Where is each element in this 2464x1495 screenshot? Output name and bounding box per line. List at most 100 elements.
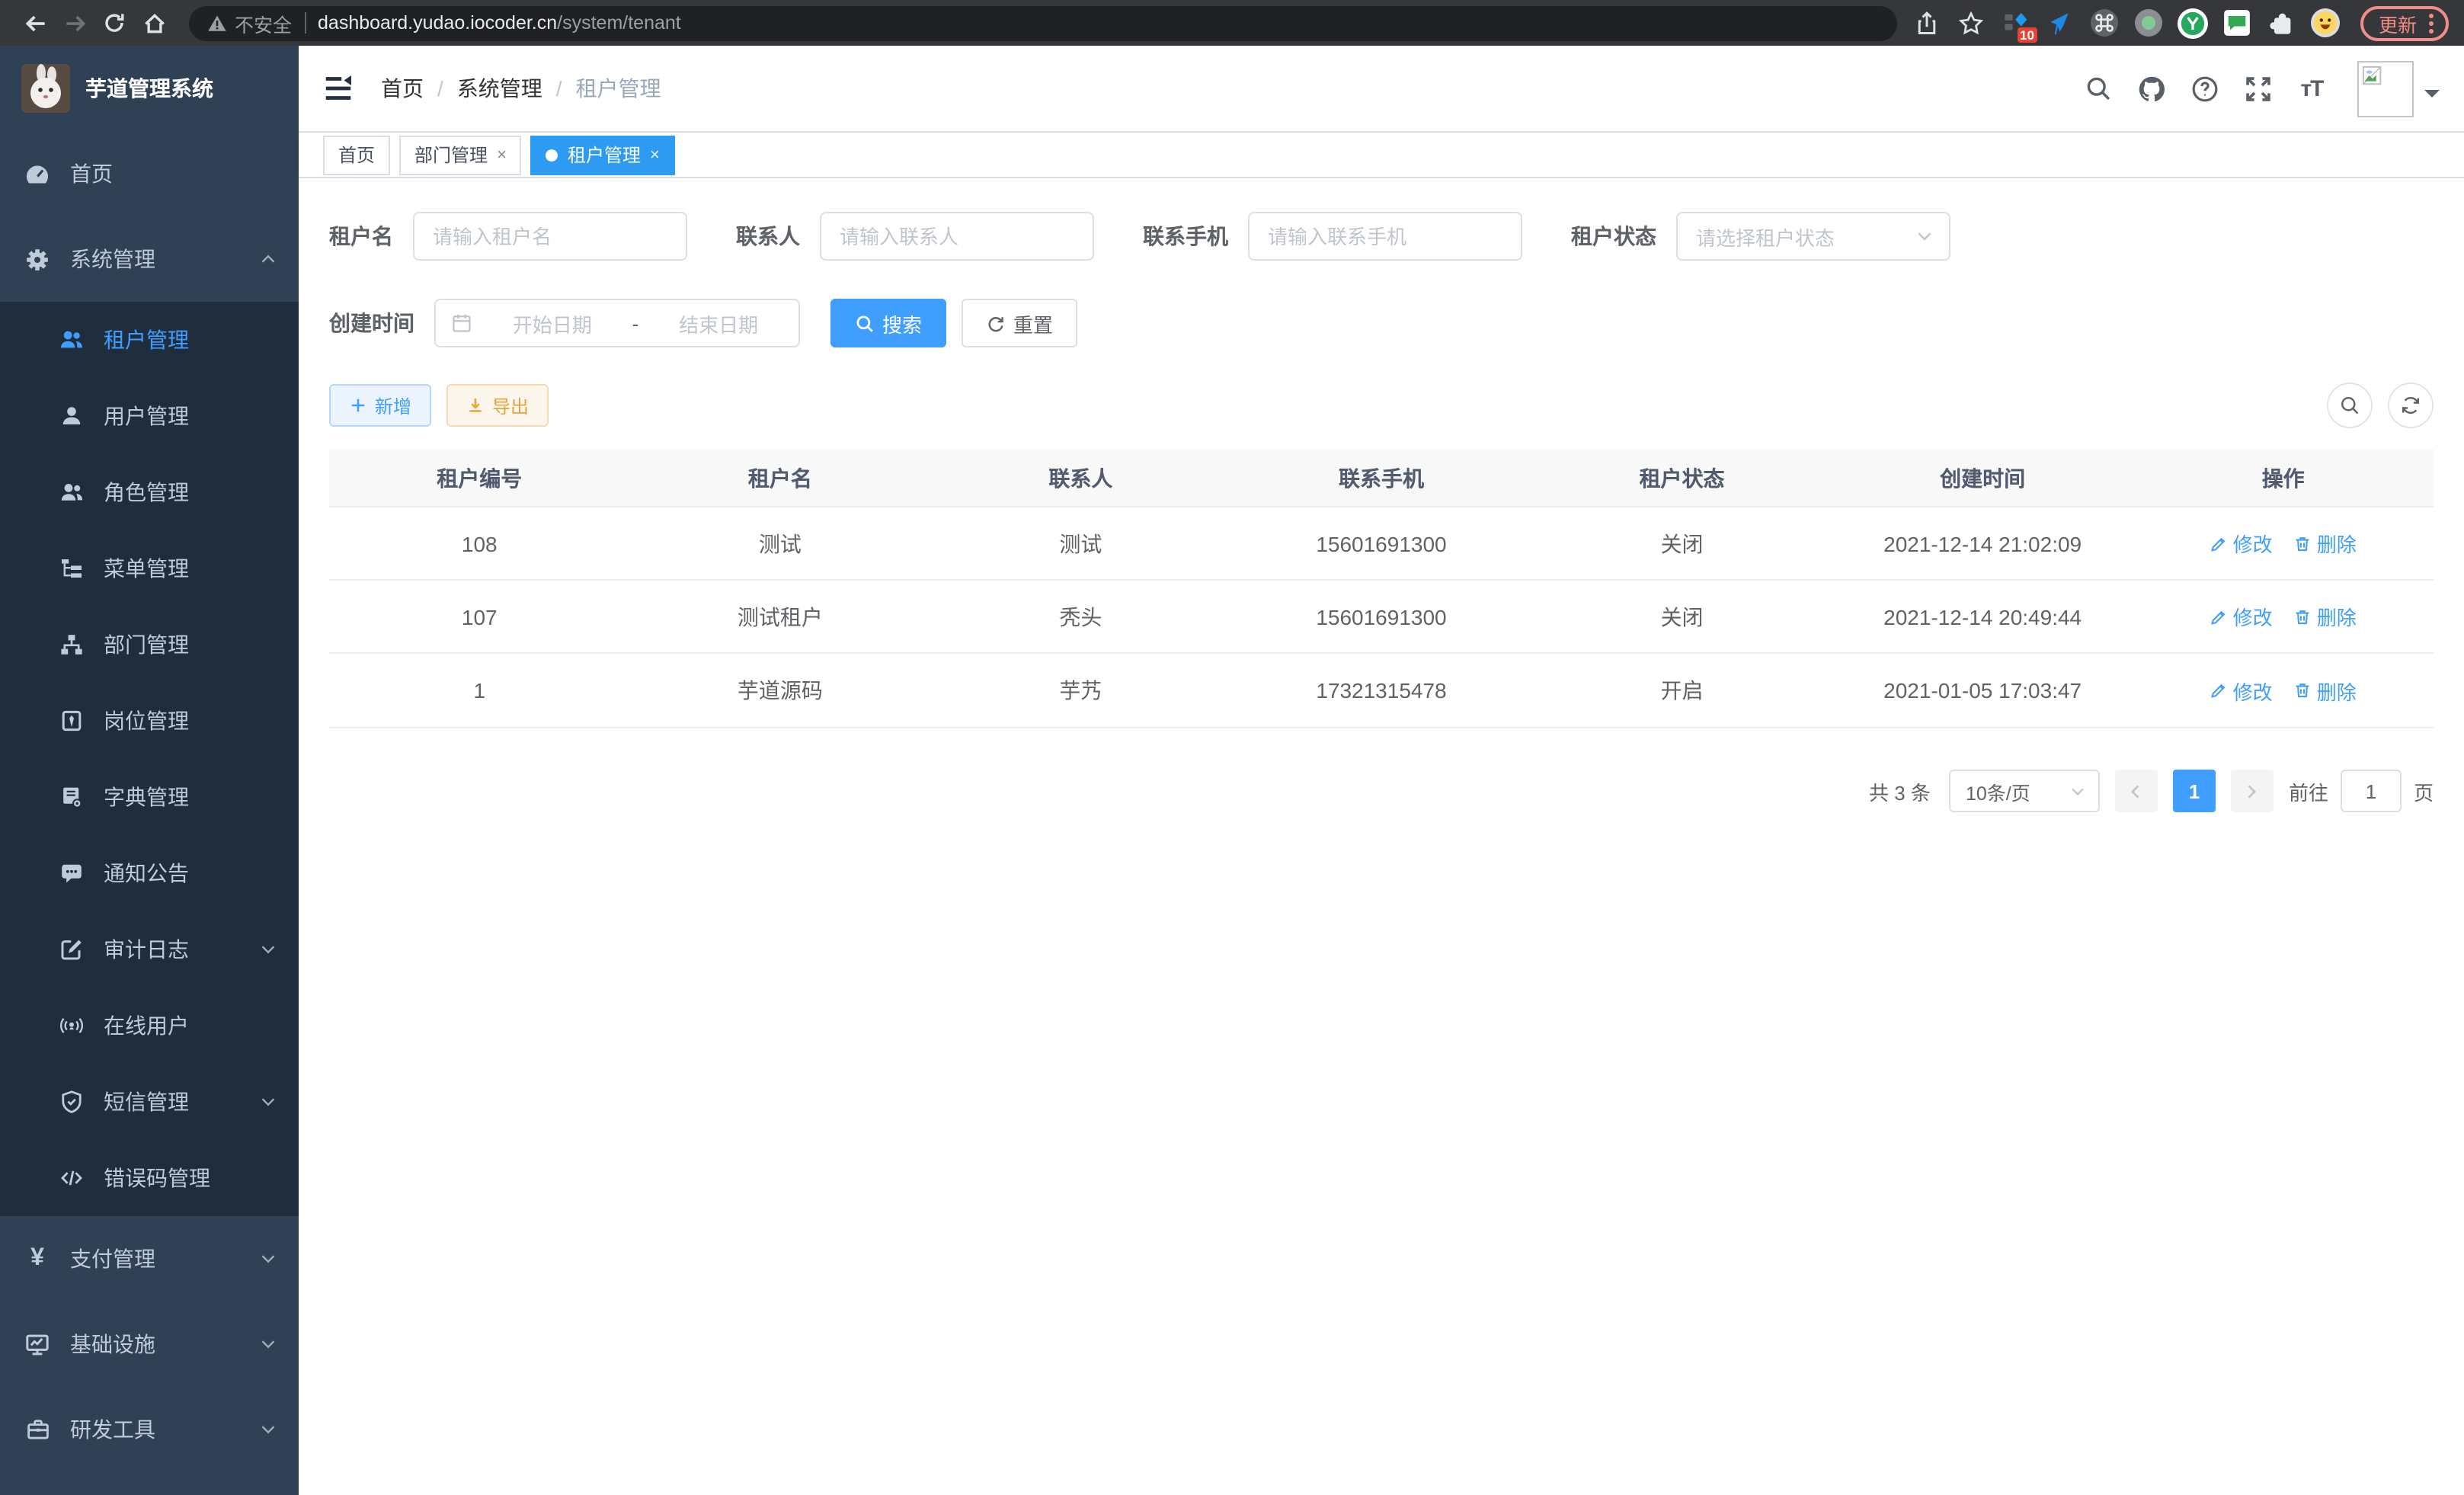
app-title: 芋道管理系统 xyxy=(85,73,213,104)
share-icon[interactable] xyxy=(1912,8,1943,38)
extension-tag-manager-icon[interactable]: 10 xyxy=(2001,8,2031,38)
refresh-icon xyxy=(986,313,1006,333)
help-icon[interactable] xyxy=(2191,75,2219,102)
sidebar-item-dept[interactable]: 部门管理 xyxy=(0,607,299,683)
show-search-toggle-button[interactable] xyxy=(2327,383,2373,428)
refresh-icon xyxy=(2400,395,2421,416)
delete-link[interactable]: 删除 xyxy=(2294,529,2357,558)
tab-home[interactable]: 首页 xyxy=(323,135,390,174)
gear-icon xyxy=(24,246,50,272)
mobile-input[interactable] xyxy=(1248,212,1522,261)
dashboard-icon xyxy=(24,161,50,187)
font-size-icon[interactable]: тT xyxy=(2298,75,2325,102)
sidebar-item-tenant[interactable]: 租户管理 xyxy=(0,302,299,378)
user-avatar-menu[interactable] xyxy=(2357,60,2440,117)
browser-back-icon[interactable] xyxy=(15,3,55,43)
sidebar-item-menu[interactable]: 菜单管理 xyxy=(0,530,299,607)
tenant-name-label: 租户名 xyxy=(329,221,393,251)
trash-icon xyxy=(2294,607,2312,626)
close-icon[interactable]: × xyxy=(650,146,660,164)
user-icon xyxy=(58,403,84,429)
fullscreen-icon[interactable] xyxy=(2245,75,2272,102)
sidebar-item-sms[interactable]: 短信管理 xyxy=(0,1064,299,1140)
browser-forward-icon[interactable] xyxy=(55,3,94,43)
github-icon[interactable] xyxy=(2138,75,2165,102)
sidebar-item-home[interactable]: 首页 xyxy=(0,131,299,216)
current-page[interactable]: 1 xyxy=(2173,770,2216,812)
pagination: 共 3 条 10条/页 1 前往 页 xyxy=(329,770,2434,812)
breadcrumb-system[interactable]: 系统管理 xyxy=(457,73,542,104)
code-icon xyxy=(58,1165,84,1191)
sidebar-toggle-icon[interactable] xyxy=(323,73,354,104)
close-icon[interactable]: × xyxy=(497,146,507,164)
sidebar-item-infra[interactable]: 基础设施 xyxy=(0,1301,299,1387)
edit-link[interactable]: 修改 xyxy=(2210,602,2273,631)
browser-reload-icon[interactable] xyxy=(94,3,134,43)
edit-link[interactable]: 修改 xyxy=(2210,676,2273,705)
download-icon xyxy=(466,396,485,415)
table-header-row: 租户编号 租户名 联系人 联系手机 租户状态 创建时间 操作 xyxy=(329,450,2434,507)
search-button[interactable]: 搜索 xyxy=(830,299,946,347)
delete-link[interactable]: 删除 xyxy=(2294,676,2357,705)
sidebar-item-pay[interactable]: ¥ 支付管理 xyxy=(0,1216,299,1301)
breadcrumb-home[interactable]: 首页 xyxy=(381,73,424,104)
page-size-select[interactable]: 10条/页 xyxy=(1949,770,2100,812)
page-unit-label: 页 xyxy=(2414,776,2434,805)
sidebar-item-dev-tools[interactable]: 研发工具 xyxy=(0,1387,299,1472)
extension-y-icon[interactable] xyxy=(2178,8,2208,38)
sidebar-item-audit-log[interactable]: 审计日志 xyxy=(0,911,299,988)
refresh-table-button[interactable] xyxy=(2388,383,2434,428)
prev-page-button[interactable] xyxy=(2115,770,2158,812)
sidebar-item-post[interactable]: 岗位管理 xyxy=(0,683,299,759)
sidebar-item-user[interactable]: 用户管理 xyxy=(0,378,299,454)
trash-icon xyxy=(2294,681,2312,699)
browser-home-icon[interactable] xyxy=(134,3,174,43)
bookmark-star-icon[interactable] xyxy=(1957,8,1987,38)
toolbar: 新增 导出 xyxy=(329,383,2434,428)
status-value: 关闭 xyxy=(1531,581,1832,652)
edit-link[interactable]: 修改 xyxy=(2210,529,2273,558)
sidebar-item-notice[interactable]: 通知公告 xyxy=(0,835,299,911)
extensions-puzzle-icon[interactable] xyxy=(2266,8,2296,38)
export-button[interactable]: 导出 xyxy=(446,384,549,427)
browser-update-button[interactable]: 更新 xyxy=(2360,5,2449,40)
status-select[interactable]: 请选择租户状态 xyxy=(1676,212,1950,261)
next-page-button[interactable] xyxy=(2231,770,2274,812)
goto-page-input[interactable] xyxy=(2341,770,2402,812)
tab-tenant[interactable]: 租户管理 × xyxy=(531,135,675,174)
app-logo[interactable]: 芋道管理系统 xyxy=(0,46,299,131)
create-time-label: 创建时间 xyxy=(329,308,414,338)
sidebar-item-online-user[interactable]: 在线用户 xyxy=(0,988,299,1064)
yen-icon: ¥ xyxy=(24,1246,50,1272)
extension-recorder-icon[interactable] xyxy=(2133,8,2164,38)
sidebar: 芋道管理系统 首页 系统管理 租户管 xyxy=(0,46,299,1495)
tenant-name-input[interactable] xyxy=(413,212,687,261)
add-button[interactable]: 新增 xyxy=(329,384,431,427)
mobile-label: 联系手机 xyxy=(1143,221,1228,251)
header-search-icon[interactable] xyxy=(2085,75,2112,102)
extension-kite-icon[interactable] xyxy=(2045,8,2075,38)
browser-menu-icon[interactable] xyxy=(2423,13,2440,33)
url-bar[interactable]: 不安全 dashboard.yudao.iocoder.cn/system/te… xyxy=(189,5,1897,40)
table-row: 108 测试 测试 15601691300 关闭 2021-12-14 21:0… xyxy=(329,507,2434,581)
start-date-placeholder[interactable]: 开始日期 xyxy=(488,309,617,338)
sidebar-item-error-code[interactable]: 错误码管理 xyxy=(0,1140,299,1216)
insecure-warning-icon xyxy=(207,13,227,33)
tab-dept[interactable]: 部门管理 × xyxy=(399,135,522,174)
extension-chat-icon[interactable] xyxy=(2222,8,2252,38)
create-time-range-picker[interactable]: 开始日期 - 结束日期 xyxy=(434,299,800,347)
dict-icon xyxy=(58,784,84,810)
end-date-placeholder[interactable]: 结束日期 xyxy=(654,309,783,338)
sidebar-item-system[interactable]: 系统管理 xyxy=(0,216,299,302)
search-icon xyxy=(2339,395,2360,416)
reset-button[interactable]: 重置 xyxy=(962,299,1077,347)
sidebar-item-role[interactable]: 角色管理 xyxy=(0,454,299,530)
profile-avatar-icon[interactable] xyxy=(2310,8,2341,38)
contact-input[interactable] xyxy=(820,212,1094,261)
delete-link[interactable]: 删除 xyxy=(2294,602,2357,631)
edit-icon xyxy=(2210,607,2229,626)
sidebar-item-dict[interactable]: 字典管理 xyxy=(0,759,299,835)
status-label: 租户状态 xyxy=(1571,221,1656,251)
extension-command-icon[interactable] xyxy=(2089,8,2120,38)
avatar-caret-icon xyxy=(2424,89,2440,104)
